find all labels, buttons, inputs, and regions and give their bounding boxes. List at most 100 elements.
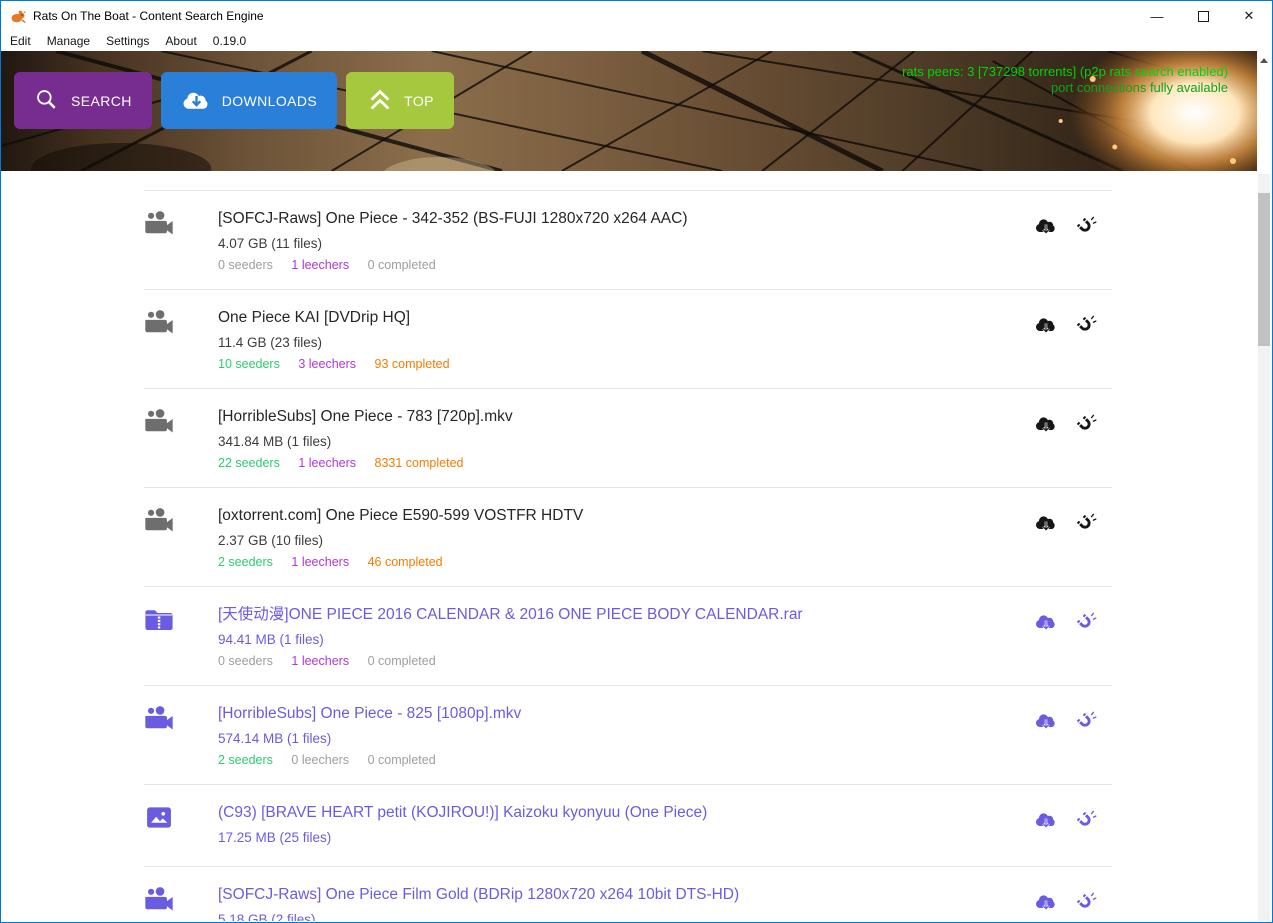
completed-count: 0 completed bbox=[368, 753, 436, 767]
downloads-button-label: DOWNLOADS bbox=[222, 93, 317, 109]
search-button-label: SEARCH bbox=[71, 93, 132, 109]
video-file-icon bbox=[144, 505, 218, 571]
close-button[interactable]: ✕ bbox=[1226, 1, 1272, 31]
menu-manage[interactable]: Manage bbox=[39, 31, 98, 51]
minimize-button[interactable]: — bbox=[1134, 1, 1180, 31]
scrollbar-thumb[interactable] bbox=[1258, 193, 1270, 346]
search-icon bbox=[34, 87, 61, 114]
download-cloud-icon[interactable] bbox=[1034, 215, 1058, 237]
result-row[interactable]: [SOFCJ-Raws] One Piece - 342-352 (BS-FUJ… bbox=[144, 190, 1112, 289]
completed-count: 8331 completed bbox=[375, 456, 464, 470]
magnet-icon[interactable] bbox=[1075, 215, 1097, 237]
result-title[interactable]: [HorribleSubs] One Piece - 825 [1080p].m… bbox=[218, 703, 1034, 724]
app-window: Rats On The Boat - Content Search Engine… bbox=[0, 0, 1273, 923]
download-cloud-icon[interactable] bbox=[1034, 314, 1058, 336]
download-cloud-icon[interactable] bbox=[1034, 891, 1058, 913]
completed-count: 0 completed bbox=[368, 654, 436, 668]
result-title[interactable]: (C93) [BRAVE HEART petit (KOJIROU!)] Kai… bbox=[218, 802, 1034, 823]
result-row[interactable]: (C93) [BRAVE HEART petit (KOJIROU!)] Kai… bbox=[144, 784, 1112, 866]
video-file-icon bbox=[144, 703, 218, 769]
leechers-count: 1 leechers bbox=[291, 258, 349, 272]
result-stats: 22 seeders 1 leechers 8331 completed bbox=[218, 455, 1034, 472]
video-file-icon bbox=[144, 208, 218, 274]
result-title[interactable]: [天使动漫]ONE PIECE 2016 CALENDAR & 2016 ONE… bbox=[218, 604, 1034, 625]
seeders-count: 2 seeders bbox=[218, 753, 273, 767]
menu-version[interactable]: 0.19.0 bbox=[205, 31, 254, 51]
image-file-icon bbox=[144, 802, 218, 851]
maximize-button[interactable] bbox=[1180, 1, 1226, 31]
result-title[interactable]: [SOFCJ-Raws] One Piece Film Gold (BDRip … bbox=[218, 884, 1034, 905]
result-title[interactable]: One Piece KAI [DVDrip HQ] bbox=[218, 307, 1034, 328]
result-size: 17.25 MB (25 files) bbox=[218, 828, 1034, 847]
menu-settings[interactable]: Settings bbox=[98, 31, 157, 51]
header-banner: SEARCH DOWNLOADS bbox=[1, 51, 1257, 171]
magnet-icon[interactable] bbox=[1075, 413, 1097, 435]
menu-bar: Edit Manage Settings About 0.19.0 bbox=[1, 31, 1272, 51]
video-file-icon bbox=[144, 406, 218, 472]
download-cloud-icon[interactable] bbox=[1034, 512, 1058, 534]
download-cloud-icon[interactable] bbox=[1034, 611, 1058, 633]
seeders-count: 0 seeders bbox=[218, 654, 273, 668]
header-buttons: SEARCH DOWNLOADS bbox=[14, 72, 454, 129]
leechers-count: 0 leechers bbox=[291, 753, 349, 767]
leechers-count: 1 leechers bbox=[298, 456, 356, 470]
seeders-count: 22 seeders bbox=[218, 456, 280, 470]
video-file-icon bbox=[144, 307, 218, 373]
result-row[interactable]: [oxtorrent.com] One Piece E590-599 VOSTF… bbox=[144, 487, 1112, 586]
title-bar: Rats On The Boat - Content Search Engine… bbox=[1, 1, 1272, 31]
leechers-count: 1 leechers bbox=[291, 654, 349, 668]
magnet-icon[interactable] bbox=[1075, 809, 1097, 831]
maximize-icon bbox=[1198, 11, 1209, 22]
download-cloud-icon[interactable] bbox=[1034, 413, 1058, 435]
magnet-icon[interactable] bbox=[1075, 512, 1097, 534]
leechers-count: 1 leechers bbox=[291, 555, 349, 569]
rat-app-icon bbox=[10, 8, 26, 24]
result-stats: 0 seeders 1 leechers 0 completed bbox=[218, 653, 1034, 670]
result-stats: 10 seeders 3 leechers 93 completed bbox=[218, 356, 1034, 373]
result-size: 2.37 GB (10 files) bbox=[218, 531, 1034, 550]
completed-count: 93 completed bbox=[375, 357, 450, 371]
results-area: [SOFCJ-Raws] One Piece - 342-352 (BS-FUJ… bbox=[1, 171, 1257, 921]
menu-about[interactable]: About bbox=[157, 31, 204, 51]
magnet-icon[interactable] bbox=[1075, 611, 1097, 633]
result-title[interactable]: [SOFCJ-Raws] One Piece - 342-352 (BS-FUJ… bbox=[218, 208, 1034, 229]
scrollbar bbox=[1257, 51, 1271, 921]
peer-status-line2: port connections fully available bbox=[902, 80, 1228, 96]
result-row[interactable]: [HorribleSubs] One Piece - 825 [1080p].m… bbox=[144, 685, 1112, 784]
peer-status-line1: rats peers: 3 [737298 torrents] (p2p rat… bbox=[902, 64, 1228, 80]
chevron-double-up-icon bbox=[366, 87, 394, 115]
download-cloud-icon[interactable] bbox=[1034, 710, 1058, 732]
scroll-up-button[interactable] bbox=[1257, 55, 1271, 65]
top-button-label: TOP bbox=[404, 93, 434, 109]
menu-edit[interactable]: Edit bbox=[1, 31, 39, 51]
results-list: [SOFCJ-Raws] One Piece - 342-352 (BS-FUJ… bbox=[144, 171, 1112, 921]
seeders-count: 10 seeders bbox=[218, 357, 280, 371]
top-button[interactable]: TOP bbox=[346, 72, 454, 129]
result-size: 341.84 MB (1 files) bbox=[218, 432, 1034, 451]
search-button[interactable]: SEARCH bbox=[14, 72, 152, 129]
result-title[interactable]: [oxtorrent.com] One Piece E590-599 VOSTF… bbox=[218, 505, 1034, 526]
result-title[interactable]: [HorribleSubs] One Piece - 783 [720p].mk… bbox=[218, 406, 1034, 427]
magnet-icon[interactable] bbox=[1075, 710, 1097, 732]
seeders-count: 2 seeders bbox=[218, 555, 273, 569]
downloads-button[interactable]: DOWNLOADS bbox=[161, 72, 337, 129]
result-row[interactable]: One Piece KAI [DVDrip HQ] 11.4 GB (23 fi… bbox=[144, 289, 1112, 388]
magnet-icon[interactable] bbox=[1075, 314, 1097, 336]
result-stats: 0 seeders 1 leechers 0 completed bbox=[218, 257, 1034, 274]
scrollbar-track[interactable] bbox=[1258, 174, 1270, 921]
completed-count: 0 completed bbox=[368, 258, 436, 272]
video-file-icon bbox=[144, 884, 218, 921]
download-cloud-icon bbox=[181, 88, 212, 113]
peer-status: rats peers: 3 [737298 torrents] (p2p rat… bbox=[902, 64, 1228, 96]
archive-file-icon bbox=[144, 604, 218, 670]
result-row[interactable]: [天使动漫]ONE PIECE 2016 CALENDAR & 2016 ONE… bbox=[144, 586, 1112, 685]
download-cloud-icon[interactable] bbox=[1034, 809, 1058, 831]
result-row[interactable]: [SOFCJ-Raws] One Piece Film Gold (BDRip … bbox=[144, 866, 1112, 921]
result-size: 574.14 MB (1 files) bbox=[218, 729, 1034, 748]
leechers-count: 3 leechers bbox=[298, 357, 356, 371]
magnet-icon[interactable] bbox=[1075, 891, 1097, 913]
seeders-count: 0 seeders bbox=[218, 258, 273, 272]
result-stats: 2 seeders 1 leechers 46 completed bbox=[218, 554, 1034, 571]
result-size: 94.41 MB (1 files) bbox=[218, 630, 1034, 649]
result-row[interactable]: [HorribleSubs] One Piece - 783 [720p].mk… bbox=[144, 388, 1112, 487]
